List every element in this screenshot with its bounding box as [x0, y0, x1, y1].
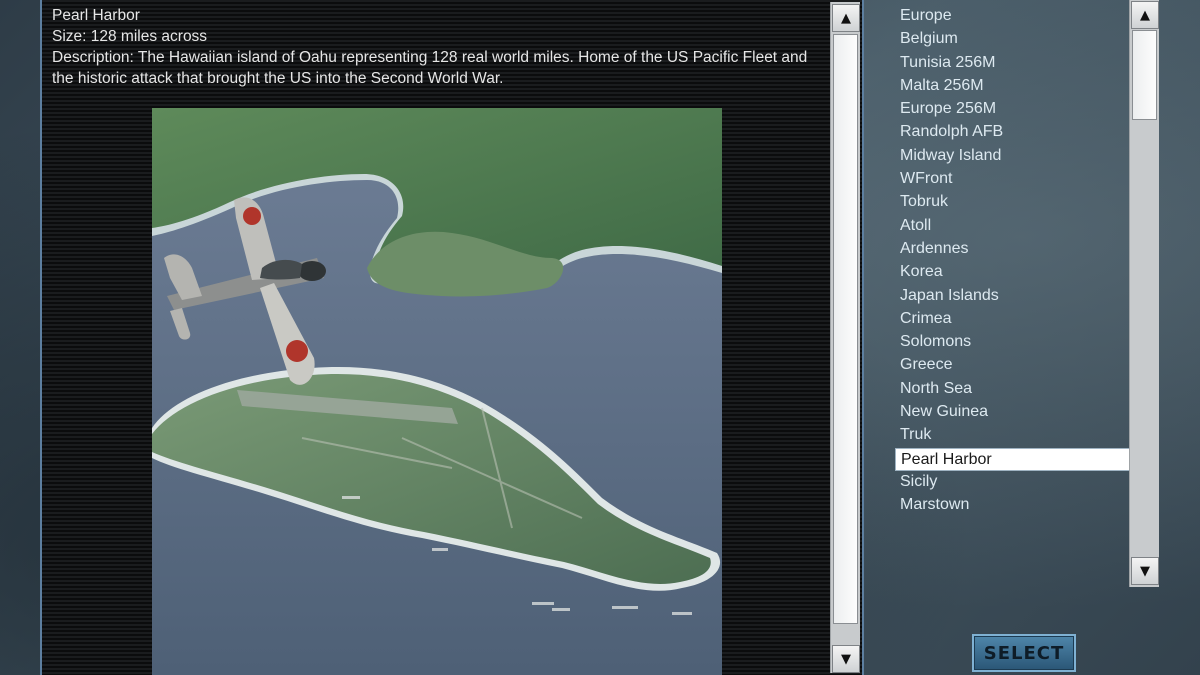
map-list-item[interactable]: Belgium [895, 28, 1131, 51]
map-list-item[interactable]: Europe [895, 5, 1131, 28]
chevron-down-icon: ▼ [841, 651, 851, 667]
map-list: Europe Belgium Tunisia 256M Malta 256M Europ… [895, 5, 1131, 518]
list-scroll-down-button[interactable]: ▼ [1131, 557, 1159, 585]
map-list-item[interactable]: Atoll [895, 215, 1131, 238]
map-list-item[interactable]: Randolph AFB [895, 121, 1131, 144]
map-list-item[interactable]: Midway Island [895, 145, 1131, 168]
map-list-item[interactable]: Solomons [895, 331, 1131, 354]
info-scroll-up-button[interactable]: ▲ [832, 4, 860, 32]
list-scrollbar[interactable]: ▲ ▼ [1129, 0, 1159, 587]
map-list-item[interactable]: Malta 256M [895, 75, 1131, 98]
info-scroll-thumb[interactable] [833, 34, 858, 624]
map-size: Size: 128 miles across [52, 28, 208, 45]
select-button[interactable]: SELECT [972, 634, 1076, 672]
map-list-item[interactable]: Sicily [895, 471, 1131, 494]
map-list-item[interactable]: Marstown [895, 494, 1131, 517]
info-scrollbar[interactable]: ▲ ▼ [830, 2, 860, 673]
map-list-item[interactable]: Greece [895, 354, 1131, 377]
map-info-panel: Pearl Harbor Size: 128 miles across Desc… [40, 0, 864, 675]
map-info-text: Pearl Harbor Size: 128 miles across Desc… [52, 5, 832, 89]
map-list-item[interactable]: Tunisia 256M [895, 52, 1131, 75]
map-list-item[interactable]: WFront [895, 168, 1131, 191]
map-preview-image [152, 108, 722, 675]
map-list-item[interactable]: North Sea [895, 378, 1131, 401]
map-list-item[interactable]: Korea [895, 261, 1131, 284]
list-scroll-up-button[interactable]: ▲ [1131, 1, 1159, 29]
list-scroll-thumb[interactable] [1132, 30, 1157, 120]
map-list-item[interactable]: Europe 256M [895, 98, 1131, 121]
map-list-item[interactable]: Tobruk [895, 191, 1131, 214]
chevron-up-icon: ▲ [1140, 7, 1150, 23]
chevron-down-icon: ▼ [1140, 563, 1150, 579]
map-list-item[interactable]: Truk [895, 424, 1131, 447]
map-list-item[interactable]: Crimea [895, 308, 1131, 331]
map-list-item[interactable]: Pearl Harbor [895, 447, 1131, 471]
map-description: Description: The Hawaiian island of Oahu… [52, 49, 808, 87]
map-list-item[interactable]: Ardennes [895, 238, 1131, 261]
map-list-item[interactable]: Japan Islands [895, 285, 1131, 308]
chevron-up-icon: ▲ [841, 10, 851, 26]
info-scroll-down-button[interactable]: ▼ [832, 645, 860, 673]
map-list-item[interactable]: New Guinea [895, 401, 1131, 424]
map-title: Pearl Harbor [52, 7, 140, 24]
